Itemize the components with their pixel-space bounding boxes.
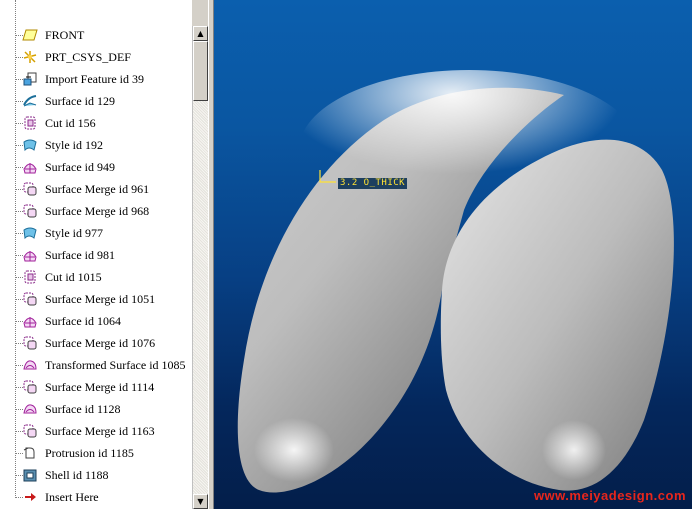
surface-merge-icon <box>23 182 37 196</box>
scroll-down-button[interactable]: ▼ <box>193 494 208 509</box>
tree-item-surface-merge-1114[interactable]: Surface Merge id 1114 <box>0 376 192 398</box>
tree-item-label: Surface Merge id 961 <box>45 182 150 196</box>
tree-item-insert-here[interactable]: Insert Here <box>0 486 192 508</box>
tree-item-label: Protrusion id 1185 <box>45 446 134 460</box>
tree-item-label: Surface id 1128 <box>45 402 121 416</box>
tree-item-surface-129[interactable]: Surface id 129 <box>0 90 192 112</box>
coordinate-system-icon <box>23 51 37 63</box>
tree-item-surface-1128[interactable]: Surface id 1128 <box>0 398 192 420</box>
surface-patch-icon <box>23 404 37 414</box>
surface-patch-icon <box>23 317 37 328</box>
tree-item-label: Style id 977 <box>45 226 104 240</box>
tree-item-label: FRONT <box>45 28 85 42</box>
left-highlight <box>254 418 334 482</box>
tree-item-cut-156[interactable]: Cut id 156 <box>0 112 192 134</box>
shell-icon <box>23 469 37 482</box>
tree-item-label: Surface id 129 <box>45 94 115 108</box>
cut-icon <box>24 270 36 284</box>
model-tree: FRONT PRT_CSYS_DEF Import Feature id 39 … <box>0 0 192 509</box>
scroll-track[interactable] <box>193 101 208 494</box>
insert-here-arrow-icon <box>25 493 36 501</box>
cut-icon <box>24 116 36 130</box>
surface-patch-icon <box>23 163 37 174</box>
tree-item-label: Transformed Surface id 1085 <box>45 358 186 372</box>
tree-item-style-977[interactable]: Style id 977 <box>0 222 192 244</box>
tree-item-surface-981[interactable]: Surface id 981 <box>0 244 192 266</box>
surface-merge-icon <box>23 336 37 350</box>
surface-merge-icon <box>23 380 37 394</box>
import-feature-icon <box>23 72 37 86</box>
surface-merge-icon <box>23 204 37 218</box>
tree-item-label: Surface Merge id 1076 <box>45 336 156 350</box>
surface-merge-icon <box>23 424 37 438</box>
tree-item-surface-949[interactable]: Surface id 949 <box>0 156 192 178</box>
graphics-viewport[interactable]: 3.2 O_THICK www.meiyadesign.com <box>214 0 692 509</box>
datum-plane-icon <box>22 29 38 41</box>
tree-item-surface-merge-1051[interactable]: Surface Merge id 1051 <box>0 288 192 310</box>
top-highlight <box>299 70 639 230</box>
tree-item-label: Insert Here <box>45 490 99 504</box>
style-icon <box>23 227 37 240</box>
tree-item-protrusion-1185[interactable]: Protrusion id 1185 <box>0 442 192 464</box>
style-icon <box>23 139 37 152</box>
dimension-label[interactable]: 3.2 O_THICK <box>338 178 408 189</box>
tree-item-surface-merge-1076[interactable]: Surface Merge id 1076 <box>0 332 192 354</box>
tree-item-label: Surface Merge id 1163 <box>45 424 155 438</box>
tree-item-label: Surface Merge id 1051 <box>45 292 156 306</box>
protrusion-icon <box>23 447 35 459</box>
tree-item-surface-merge-968[interactable]: Surface Merge id 968 <box>0 200 192 222</box>
tree-item-surface-1064[interactable]: Surface id 1064 <box>0 310 192 332</box>
tree-item-label: Surface id 949 <box>45 160 115 174</box>
tree-item-transformed-surface-1085[interactable]: Transformed Surface id 1085 <box>0 354 192 376</box>
tree-scrollbar[interactable]: ▲ ▼ <box>192 26 208 509</box>
tree-item-label: Surface id 1064 <box>45 314 121 328</box>
surface-icon <box>23 95 37 107</box>
transformed-surface-icon <box>23 360 37 370</box>
tree-item-label: Surface Merge id 968 <box>45 204 150 218</box>
tree-item-style-192[interactable]: Style id 192 <box>0 134 192 156</box>
tree-item-label: Style id 192 <box>45 138 104 152</box>
surface-merge-icon <box>23 292 37 306</box>
tree-item-label: Import Feature id 39 <box>45 72 144 86</box>
tree-item-label: Surface id 981 <box>45 248 115 262</box>
tree-item-label: Cut id 1015 <box>45 270 102 284</box>
tree-item-surface-merge-961[interactable]: Surface Merge id 961 <box>0 178 192 200</box>
tree-item-front[interactable]: FRONT <box>0 24 192 46</box>
tree-item-shell-1188[interactable]: Shell id 1188 <box>0 464 192 486</box>
tree-item-import-feature-39[interactable]: Import Feature id 39 <box>0 68 192 90</box>
right-highlight <box>542 420 606 480</box>
watermark: www.meiyadesign.com <box>533 488 686 503</box>
tree-item-label: PRT_CSYS_DEF <box>45 50 131 64</box>
tree-item-surface-merge-1163[interactable]: Surface Merge id 1163 <box>0 420 192 442</box>
scroll-up-button[interactable]: ▲ <box>193 26 208 41</box>
surface-patch-icon <box>23 251 37 262</box>
tree-item-cut-1015[interactable]: Cut id 1015 <box>0 266 192 288</box>
tree-item-prt-csys-def[interactable]: PRT_CSYS_DEF <box>0 46 192 68</box>
model-render <box>237 70 674 493</box>
scroll-thumb[interactable] <box>193 41 208 101</box>
tree-item-label: Shell id 1188 <box>45 468 109 482</box>
tree-item-label: Cut id 156 <box>45 116 96 130</box>
tree-item-label: Surface Merge id 1114 <box>45 380 155 394</box>
